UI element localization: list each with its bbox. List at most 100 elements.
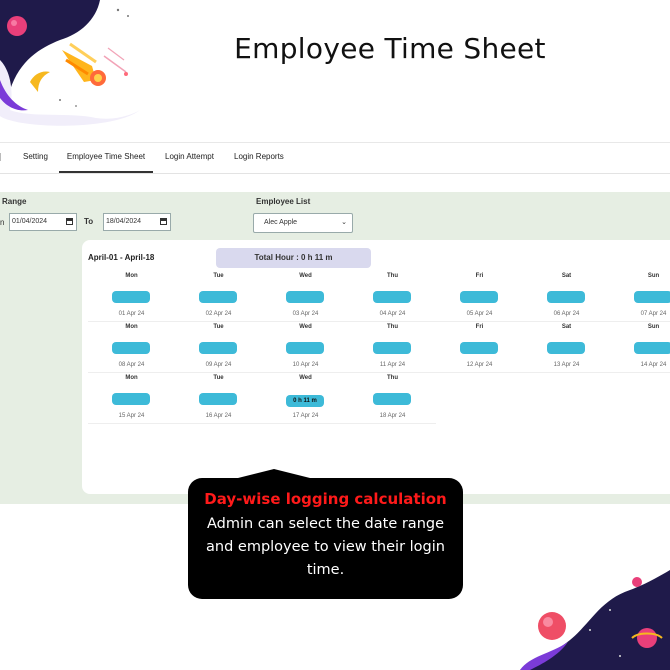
day-hours-pill[interactable] — [460, 291, 498, 303]
day-cell: Thu 11 Apr 24 — [349, 322, 436, 373]
day-hours-pill[interactable] — [112, 393, 150, 405]
day-date: 03 Apr 24 — [292, 311, 319, 317]
day-name: Sun — [647, 324, 660, 330]
day-cell: Mon 01 Apr 24 — [88, 271, 175, 322]
day-name: Wed — [299, 324, 312, 330]
day-hours-pill[interactable] — [112, 342, 150, 354]
day-name: Wed — [299, 375, 312, 381]
day-cell: Sat 06 Apr 24 — [523, 271, 610, 322]
day-cell: Sun 07 Apr 24 — [610, 271, 670, 322]
day-date: 13 Apr 24 — [553, 362, 580, 368]
day-cell: Wed 0 h 11 m 17 Apr 24 — [262, 373, 349, 424]
day-cell: Thu 04 Apr 24 — [349, 271, 436, 322]
day-name: Tue — [213, 375, 224, 381]
day-cell: Fri 12 Apr 24 — [436, 322, 523, 373]
tab-employee-time-sheet[interactable]: Employee Time Sheet — [59, 143, 153, 173]
day-date: 06 Apr 24 — [553, 311, 580, 317]
day-date: 16 Apr 24 — [205, 413, 232, 419]
feature-callout: Day-wise logging calculation Admin can s… — [188, 478, 463, 599]
day-cell: Mon 08 Apr 24 — [88, 322, 175, 373]
day-hours-pill[interactable] — [634, 342, 670, 354]
to-date-value: 18/04/2024 — [106, 218, 142, 225]
day-date: 10 Apr 24 — [292, 362, 319, 368]
tab-bar: Setting Employee Time Sheet Login Attemp… — [0, 142, 670, 174]
day-date: 18 Apr 24 — [379, 413, 406, 419]
callout-heading: Day-wise logging calculation — [204, 490, 447, 508]
day-cell: Mon 15 Apr 24 — [88, 373, 175, 424]
day-hours-pill[interactable] — [373, 393, 411, 405]
tab-setting[interactable]: Setting — [23, 143, 48, 171]
day-name: Tue — [213, 273, 224, 279]
day-date: 11 Apr 24 — [379, 362, 406, 368]
day-name: Mon — [125, 324, 138, 330]
day-date: 02 Apr 24 — [205, 311, 232, 317]
day-name: Sat — [561, 324, 572, 330]
day-name: Tue — [213, 324, 224, 330]
to-date-input[interactable]: 18/04/2024 — [103, 213, 171, 231]
day-hours-pill[interactable] — [547, 342, 585, 354]
total-hours-badge: Total Hour : 0 h 11 m — [216, 248, 371, 268]
day-name: Fri — [475, 324, 484, 330]
planet-icon — [637, 628, 657, 648]
to-label: To — [84, 217, 94, 226]
tab-login-attempt[interactable]: Login Attempt — [165, 143, 214, 171]
day-name: Thu — [387, 324, 398, 330]
callout-body: Admin can select the date range and empl… — [206, 516, 445, 578]
day-cell: Wed 03 Apr 24 — [262, 271, 349, 322]
day-cell: Thu 18 Apr 24 — [349, 373, 436, 424]
day-cell: Tue 16 Apr 24 — [175, 373, 262, 424]
planet-icon — [538, 612, 566, 640]
planet-icon — [7, 16, 27, 36]
day-cell: Wed 10 Apr 24 — [262, 322, 349, 373]
day-hours-pill[interactable] — [199, 393, 237, 405]
space-illustration — [0, 0, 140, 126]
day-hours-pill[interactable] — [199, 291, 237, 303]
date-range-label: Range — [2, 197, 27, 206]
calendar-icon[interactable] — [66, 218, 73, 225]
day-name: Sun — [647, 273, 660, 279]
day-cell: Fri 05 Apr 24 — [436, 271, 523, 322]
day-hours-pill[interactable] — [373, 291, 411, 303]
day-hours-pill[interactable] — [634, 291, 670, 303]
day-hours-pill[interactable] — [373, 342, 411, 354]
day-hours-pill[interactable] — [460, 342, 498, 354]
day-date: 01 Apr 24 — [118, 311, 145, 317]
tab-login-reports[interactable]: Login Reports — [234, 143, 284, 171]
day-date: 08 Apr 24 — [118, 362, 145, 368]
day-cell: Tue 09 Apr 24 — [175, 322, 262, 373]
day-date: 14 Apr 24 — [640, 362, 667, 368]
page-title: Employee Time Sheet — [234, 32, 546, 65]
day-cell: Sun 14 Apr 24 — [610, 322, 670, 373]
day-hours-pill[interactable] — [112, 291, 150, 303]
from-label: n — [0, 218, 5, 227]
calendar-icon[interactable] — [160, 218, 167, 225]
day-hours-pill[interactable] — [199, 342, 237, 354]
day-date: 09 Apr 24 — [205, 362, 232, 368]
employee-select-value: Alec Apple — [264, 219, 298, 226]
day-date: 15 Apr 24 — [118, 413, 145, 419]
day-cell: Sat 13 Apr 24 — [523, 322, 610, 373]
day-hours-pill[interactable] — [547, 291, 585, 303]
from-date-input[interactable]: 01/04/2024 — [9, 213, 77, 231]
moon-icon — [30, 71, 50, 92]
day-name: Sat — [561, 273, 572, 279]
day-name: Thu — [387, 273, 398, 279]
day-hours-pill[interactable]: 0 h 11 m — [286, 395, 324, 407]
day-name: Mon — [125, 273, 138, 279]
from-date-value: 01/04/2024 — [12, 218, 48, 225]
tab-divider — [0, 153, 3, 161]
employee-list-label: Employee List — [256, 197, 311, 206]
day-hours-pill[interactable] — [286, 342, 324, 354]
day-hours-pill[interactable] — [286, 291, 324, 303]
day-name: Fri — [475, 273, 484, 279]
range-title: April-01 - April-18 — [88, 253, 155, 262]
day-date: 04 Apr 24 — [379, 311, 406, 317]
employee-select[interactable]: Alec Apple ⌄ — [253, 213, 353, 233]
day-date: 07 Apr 24 — [640, 311, 667, 317]
space-illustration-bottom — [520, 570, 670, 670]
day-name: Mon — [125, 375, 138, 381]
day-cell: Tue 02 Apr 24 — [175, 271, 262, 322]
chevron-down-icon: ⌄ — [341, 219, 347, 226]
comet-icon — [62, 42, 128, 86]
day-name: Thu — [387, 375, 398, 381]
